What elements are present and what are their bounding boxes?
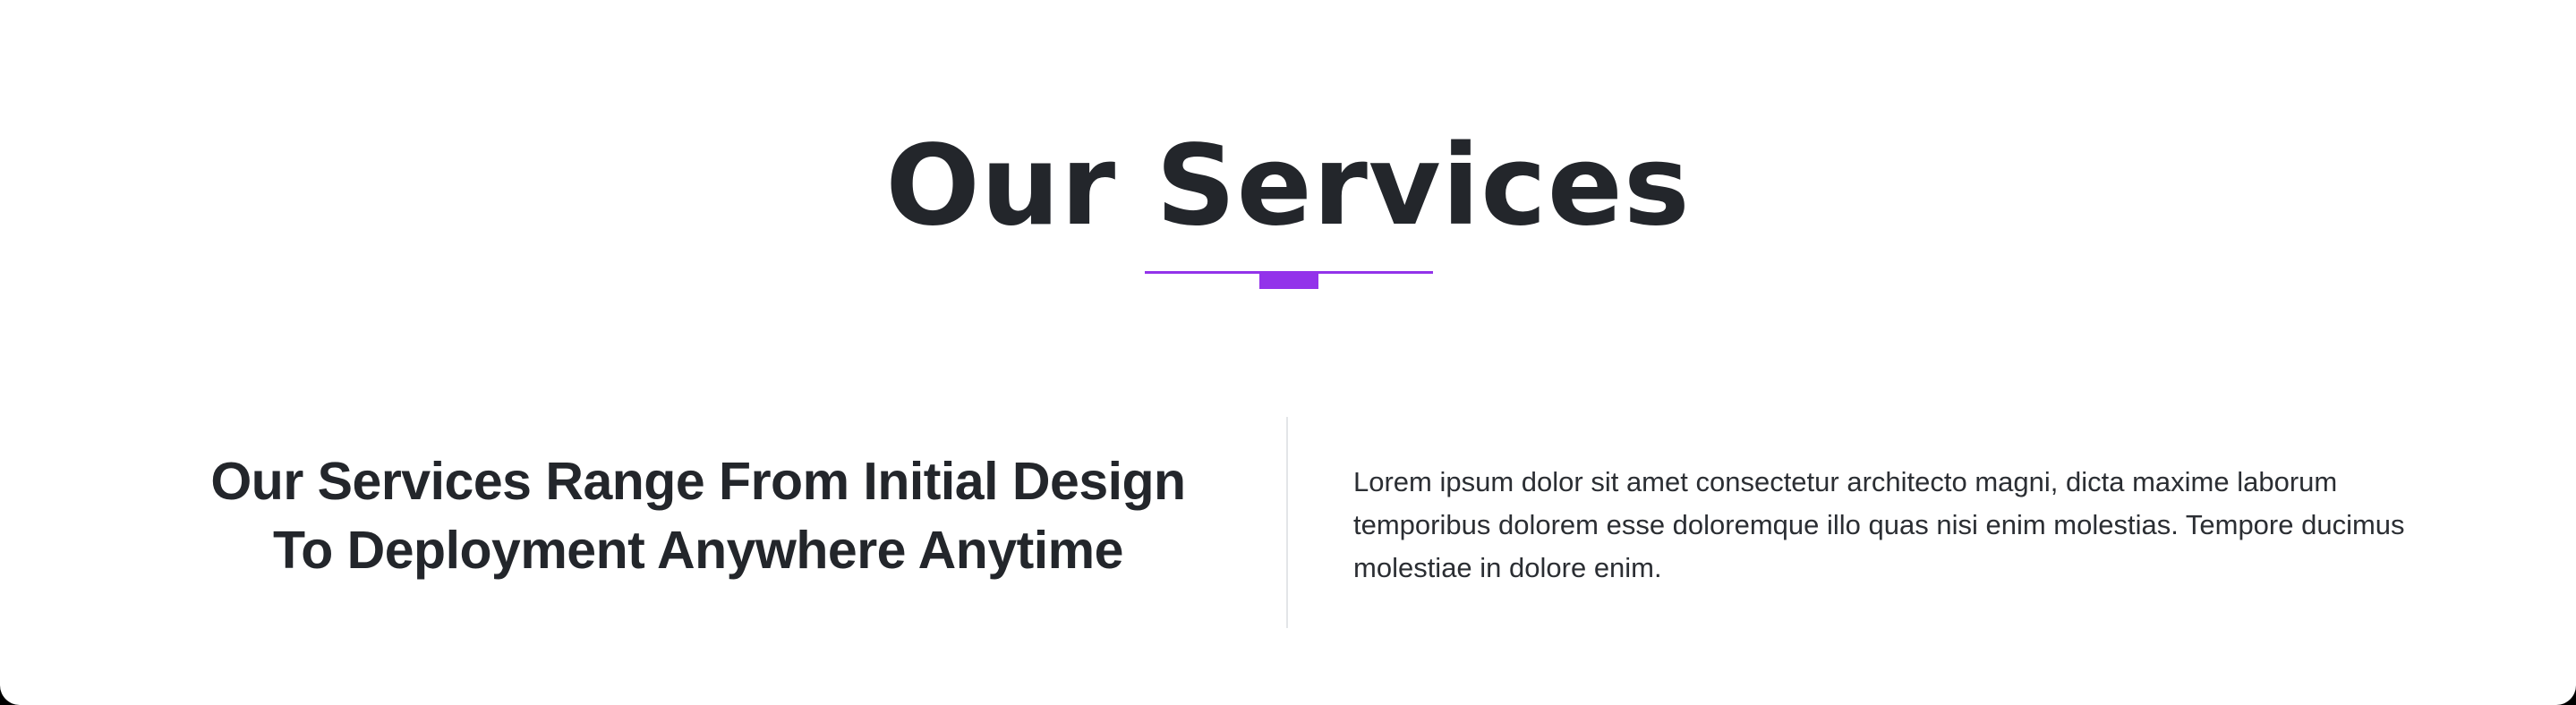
- services-headline: Our Services Range From Initial Design T…: [134, 447, 1262, 585]
- services-description: Lorem ipsum dolor sit amet consectetur a…: [1353, 466, 2405, 583]
- headline-line-2: To Deployment Anywhere Anytime: [273, 521, 1123, 580]
- headline-line-1: Our Services Range From Initial Design: [210, 452, 1186, 511]
- services-section: Our Services Our Services Range From Ini…: [0, 0, 2576, 705]
- section-title: Our Services: [885, 122, 1691, 251]
- title-underline-accent: [1259, 274, 1318, 289]
- vertical-divider: [1286, 417, 1288, 628]
